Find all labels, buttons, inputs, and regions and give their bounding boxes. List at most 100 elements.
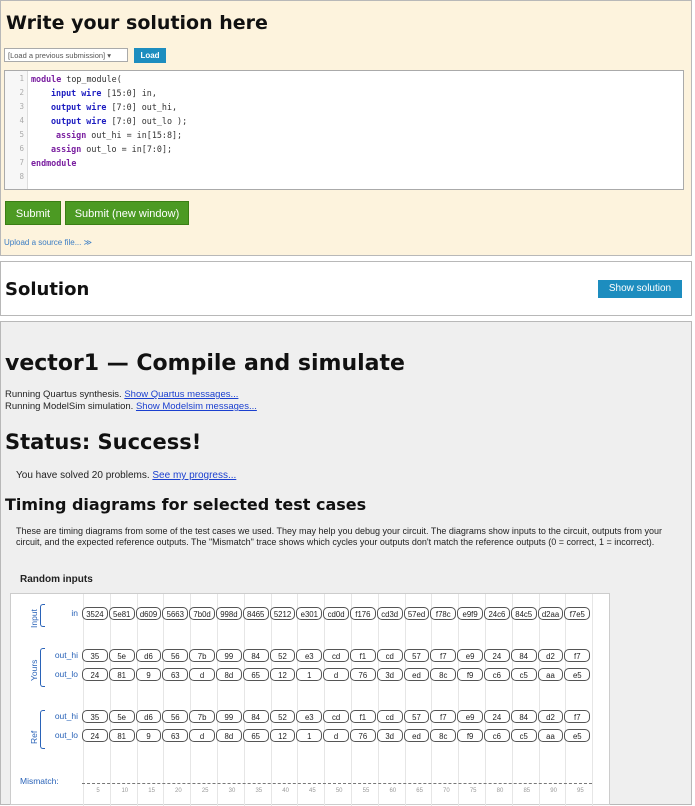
ref-out-lo-value: 1 — [296, 729, 323, 742]
yours-out-hi-value: d2 — [537, 649, 564, 662]
grid-line — [109, 594, 111, 806]
yours-out-lo-value: ed — [403, 668, 430, 681]
time-tick: 65 — [416, 788, 423, 794]
ref-out-lo-value: 8c — [430, 729, 457, 742]
submit-button[interactable]: Submit — [5, 201, 61, 225]
status-heading: Status: Success! — [5, 430, 202, 454]
ref-out-hi-value: 5e — [108, 710, 135, 723]
submit-new-window-button[interactable]: Submit (new window) — [65, 201, 189, 225]
yours-out-hi-value: 52 — [269, 649, 296, 662]
yours-out-lo-value: aa — [537, 668, 564, 681]
time-tick: 95 — [577, 788, 584, 794]
upload-source-link[interactable]: Upload a source file... ≫ — [4, 238, 92, 247]
load-submission-select[interactable]: [Load a previous submission] ▾ — [4, 48, 128, 62]
grid-line — [163, 594, 165, 806]
timing-heading: Timing diagrams for selected test cases — [5, 495, 367, 514]
in-value: f7e5 — [564, 607, 591, 620]
mismatch-trace — [82, 783, 592, 784]
line-number: 4 — [19, 116, 24, 125]
code-editor[interactable]: 1 2 3 4 5 6 7 8 module top_module( input… — [4, 70, 684, 190]
yours-out-hi-value: f1 — [350, 649, 376, 662]
ref-out-lo-value: aa — [537, 729, 564, 742]
in-value: 84c5 — [510, 607, 537, 620]
timing-description: These are timing diagrams from some of t… — [16, 526, 662, 547]
time-tick: 40 — [282, 788, 289, 794]
line-number: 3 — [19, 102, 24, 111]
ref-out-lo-value: c6 — [484, 729, 510, 742]
ref-out-lo-value: 24 — [82, 729, 108, 742]
yours-out-hi-value: 99 — [216, 649, 242, 662]
yours-out-hi-value: 84 — [510, 649, 537, 662]
grid-line — [431, 594, 433, 806]
in-value: cd3d — [376, 607, 403, 620]
ref-out-lo-value: 65 — [242, 729, 269, 742]
code-line: input wire [15:0] in, — [51, 88, 157, 98]
ref-out-hi-value: f1 — [350, 710, 376, 723]
yours-out-lo-value: 9 — [135, 668, 162, 681]
grid-line — [351, 594, 352, 806]
ref-out-hi-value: d6 — [135, 710, 162, 723]
quartus-line: Running Quartus synthesis. Show Quartus … — [5, 389, 239, 400]
grid-line — [136, 594, 138, 806]
ref-out-lo-value: d — [323, 729, 349, 742]
ref-out-hi-value: 84 — [510, 710, 537, 723]
code-line: output wire [7:0] out_hi, — [51, 102, 178, 112]
ref-out-lo-value: d — [189, 729, 215, 742]
ref-out-hi-value: f7 — [564, 710, 591, 723]
ref-out-lo-value: 12 — [269, 729, 296, 742]
progress-link[interactable]: See my progress... — [152, 470, 236, 481]
time-tick: 70 — [443, 788, 450, 794]
ref-out-hi-value: 7b — [189, 710, 215, 723]
ref-out-lo-value: e5 — [564, 729, 591, 742]
ref-out-lo-value: 76 — [350, 729, 376, 742]
ref-out-hi-value: cd — [323, 710, 349, 723]
in-value: e9f9 — [457, 607, 483, 620]
time-tick: 15 — [148, 788, 155, 794]
line-number: 2 — [19, 88, 24, 97]
in-value: f78c — [430, 607, 457, 620]
time-tick: 10 — [121, 788, 129, 794]
yours-out-hi-value: 35 — [82, 649, 108, 662]
editor-title: Write your solution here — [6, 12, 268, 34]
yours-out-hi-value: d6 — [135, 649, 162, 662]
time-tick: 75 — [469, 788, 477, 794]
in-value: 5e81 — [108, 607, 135, 620]
yours-out-hi-value: 84 — [242, 649, 269, 662]
in-value: cd0d — [323, 607, 349, 620]
timing-diagram — [10, 593, 610, 806]
in-value: 8465 — [242, 607, 269, 620]
line-number: 5 — [19, 130, 24, 139]
ref-out-hi-value: 56 — [162, 710, 189, 723]
yours-out-lo-value: 63 — [162, 668, 189, 681]
ref-out-hi-value: cd — [376, 710, 403, 723]
modelsim-messages-link[interactable]: Show Modelsim messages... — [136, 401, 257, 412]
grid-line — [458, 594, 460, 806]
time-tick: 90 — [550, 788, 557, 794]
yours-out-hi-value: e9 — [457, 649, 483, 662]
code-line: endmodule — [31, 158, 77, 168]
in-value: e301 — [296, 607, 323, 620]
time-tick: 25 — [201, 788, 209, 794]
ref-out-hi-value: f7 — [430, 710, 457, 723]
in-value: 998d — [216, 607, 242, 620]
signal-label-out-lo: out_lo — [54, 669, 78, 679]
in-value: d609 — [135, 607, 162, 620]
ref-out-hi-value: d2 — [537, 710, 564, 723]
in-value: 3524 — [82, 607, 108, 620]
line-number: 6 — [19, 144, 24, 153]
code-line: output wire [7:0] out_lo ); — [51, 116, 188, 126]
line-number: 7 — [19, 158, 24, 167]
solved-line: You have solved 20 problems. See my prog… — [16, 470, 237, 481]
in-value: 5663 — [162, 607, 189, 620]
yours-out-lo-value: d — [189, 668, 215, 681]
ref-out-hi-value: 24 — [484, 710, 510, 723]
in-value: d2aa — [537, 607, 564, 620]
ref-out-hi-value: e9 — [457, 710, 483, 723]
random-inputs-label: Random inputs — [20, 574, 93, 585]
load-button[interactable]: Load — [134, 48, 166, 63]
grid-line — [217, 594, 218, 806]
line-number: 1 — [19, 74, 24, 83]
show-solution-button[interactable]: Show solution — [598, 280, 682, 298]
quartus-messages-link[interactable]: Show Quartus messages... — [124, 389, 238, 400]
grid-line — [270, 594, 272, 806]
